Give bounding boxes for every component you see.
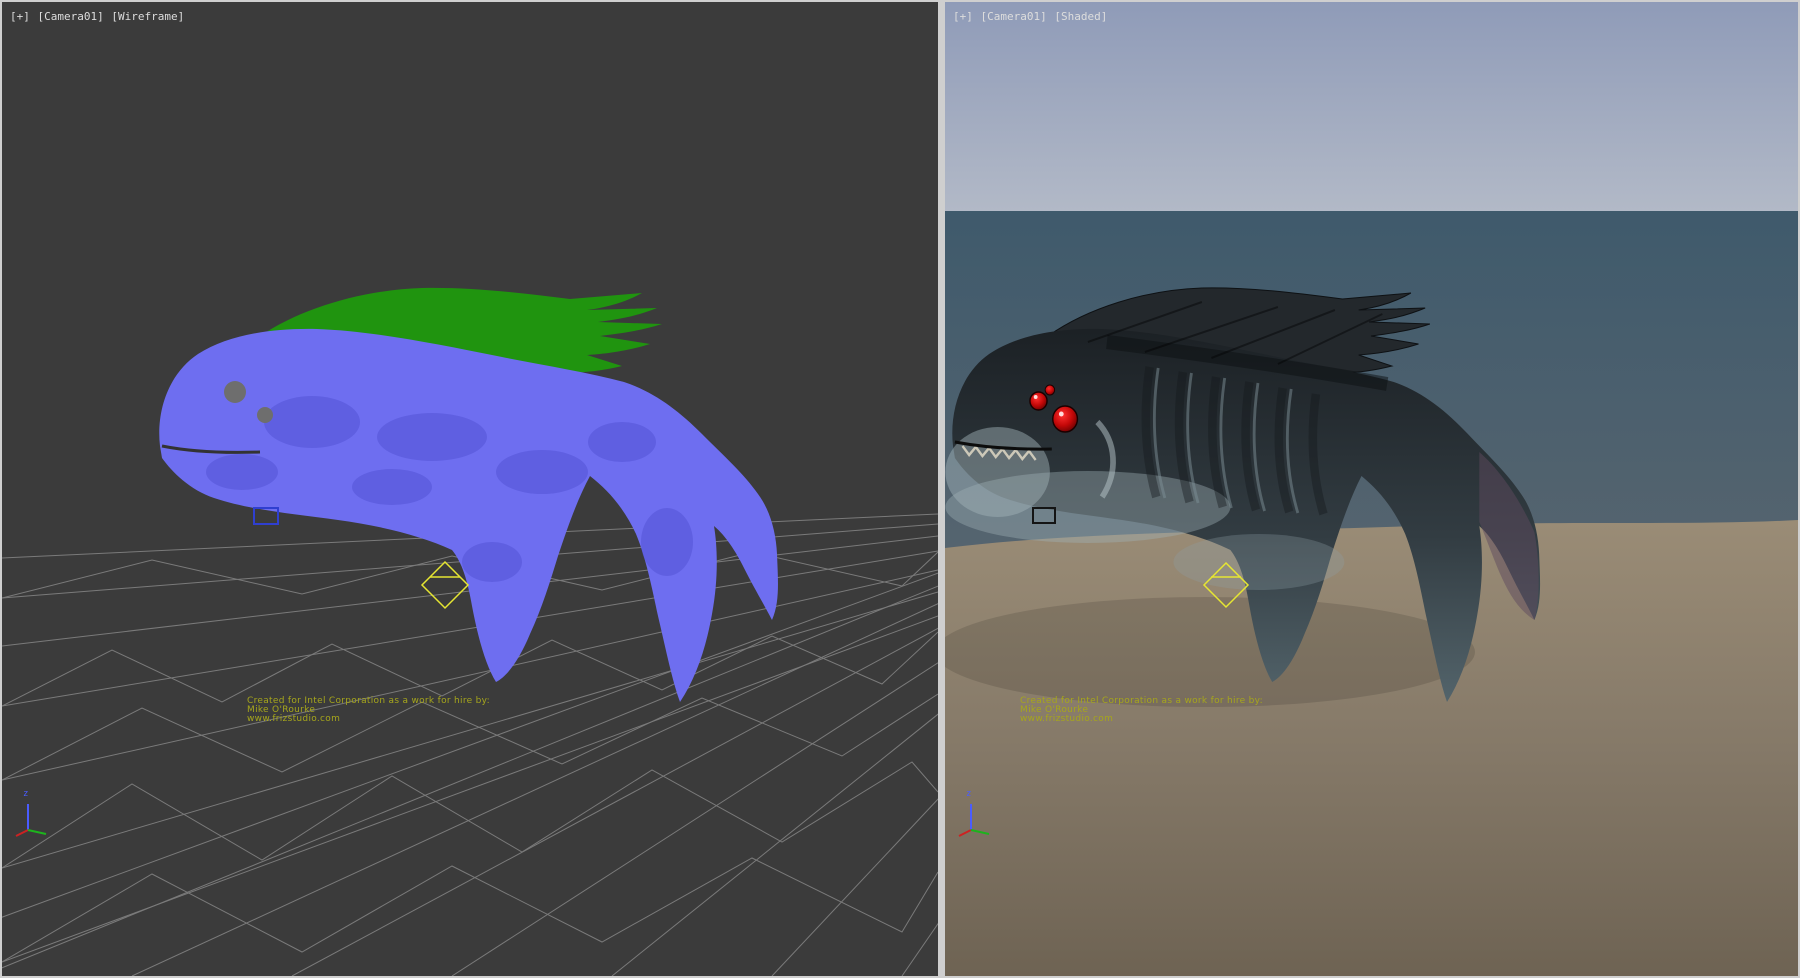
fish-body-wire[interactable] <box>159 329 778 702</box>
viewport-wireframe[interactable]: [+] [Camera01] [Wireframe] <box>2 2 938 976</box>
shaded-canvas[interactable] <box>945 2 1798 976</box>
world-axis-tripod: z <box>14 792 58 840</box>
viewport-menu-general[interactable]: [+] <box>10 10 30 23</box>
gizmo-diamond[interactable] <box>422 562 468 608</box>
credit-line-3: www.frizstudio.com <box>247 715 490 724</box>
fish-shadow <box>945 597 1475 707</box>
sky <box>945 2 1798 211</box>
world-axis-tripod: z <box>957 792 1001 840</box>
viewport-menu-shading[interactable]: [Shaded] <box>1054 10 1107 23</box>
viewport-menu-shading[interactable]: [Wireframe] <box>111 10 184 23</box>
credit-text: Created for Intel Corporation as a work … <box>247 697 490 724</box>
viewport-menu-camera[interactable]: [Camera01] <box>38 10 104 23</box>
wireframe-canvas[interactable] <box>2 2 938 976</box>
axis-tripod-icon <box>957 798 1001 838</box>
viewport-menu-camera[interactable]: [Camera01] <box>981 10 1047 23</box>
viewport-shaded[interactable]: [+] [Camera01] [Shaded] <box>945 2 1798 976</box>
credit-text: Created for Intel Corporation as a work … <box>1020 697 1263 724</box>
credit-line-3: www.frizstudio.com <box>1020 715 1263 724</box>
fish-wireframe[interactable] <box>159 288 778 702</box>
sand-ground <box>945 520 1798 976</box>
viewport-splitter[interactable] <box>938 2 945 976</box>
viewport-label: [+] [Camera01] [Shaded] <box>953 10 1108 23</box>
viewport-label: [+] [Camera01] [Wireframe] <box>10 10 185 23</box>
axis-tripod-icon <box>14 798 58 838</box>
viewport-area: [+] [Camera01] [Wireframe] <box>0 0 1800 978</box>
viewport-menu-general[interactable]: [+] <box>953 10 973 23</box>
